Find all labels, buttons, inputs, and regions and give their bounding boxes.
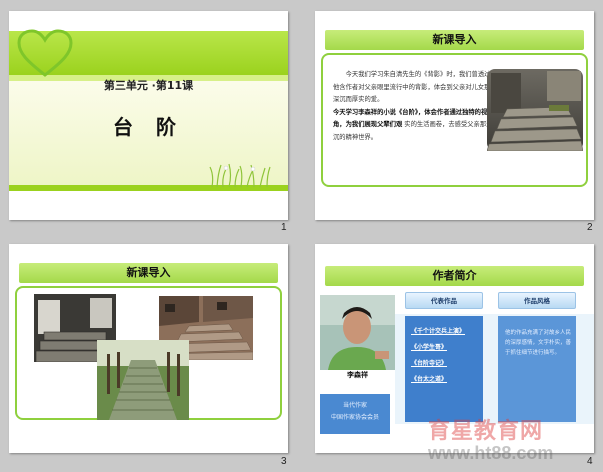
style-text: 他的作品充满了对故乡人民的深厚感情，文字朴实，善于抓住细节进行描写。 — [505, 330, 572, 356]
bio-line: 中国作家协会会员 — [330, 414, 379, 421]
work-link[interactable]: 《小学生哥》 — [411, 340, 481, 356]
slide-thumbnail-1[interactable]: 第三单元 ·第11课 台 阶 — [9, 11, 288, 220]
works-column-header: 代表作品 — [405, 292, 483, 309]
watermark-url: www.ht88.com — [428, 443, 554, 463]
intro-paragraph: 今天我们学习朱自清先生的《背影》时，我们曾透过他含作者对父亲眼里流行中的背影，体… — [333, 69, 493, 144]
work-link[interactable]: 《台太之道》 — [411, 372, 481, 388]
slide-header: 新课导入 — [325, 30, 584, 50]
paragraph-text-1: 今天我们学习朱自清先生的《背影》时，我们曾透过他含作者对父亲眼里流行中的背影，体… — [333, 71, 491, 103]
grass-decoration — [209, 163, 271, 187]
heart-outline-icon — [17, 29, 73, 77]
slide-number: 3 — [281, 456, 287, 467]
slide-title: 台 阶 — [113, 115, 184, 139]
slide-thumbnail-3[interactable]: 新课导入 — [9, 244, 288, 453]
author-name: 李森祥 — [347, 371, 368, 379]
slide-number: 1 — [281, 222, 287, 233]
style-column-header: 作品风格 — [498, 292, 576, 309]
lesson-subtitle: 第三单元 ·第11课 — [103, 79, 194, 92]
stone-path-photo — [97, 340, 189, 420]
slide-header: 作者简介 — [325, 266, 584, 286]
work-link[interactable]: 《台阶寺记》 — [411, 356, 481, 372]
work-link[interactable]: 《千个计交兵上演》 — [411, 324, 481, 340]
slide-number: 2 — [587, 222, 593, 233]
slide-header: 新课导入 — [19, 263, 278, 283]
stone-steps-photo — [487, 69, 583, 151]
author-bio: 当代作家 中国作家协会会员 — [320, 394, 390, 434]
bio-line: 当代作家 — [342, 402, 367, 409]
works-list: 《千个计交兵上演》 《小学生哥》 《台阶寺记》 《台太之道》 — [411, 324, 481, 388]
author-portrait — [320, 295, 395, 370]
slide-thumbnail-2[interactable]: 新课导入 今天我们学习朱自清先生的《背影》时，我们曾透过他含作者对父亲眼里流行中… — [315, 11, 594, 220]
watermark-title: 育星教育网 — [428, 419, 544, 444]
